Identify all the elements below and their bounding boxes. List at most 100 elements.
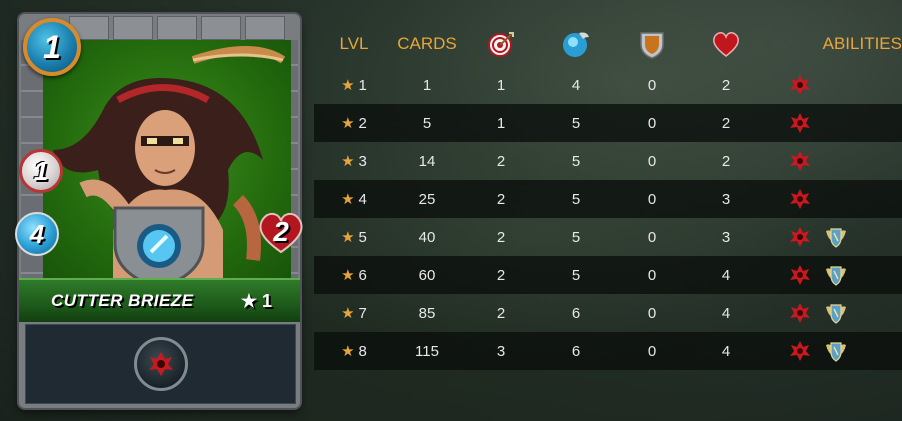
armor-cell: 0 <box>647 266 657 284</box>
speed-cell: 5 <box>571 152 581 170</box>
health-value: 2 <box>273 216 289 247</box>
ranged-cell: 2 <box>496 266 506 284</box>
speed-cell: 5 <box>571 266 581 284</box>
card-level: ★ 1 <box>240 290 272 311</box>
level-value: 5 <box>358 228 367 246</box>
cards-cell: 25 <box>418 190 436 208</box>
level-cell: ★ 3 <box>314 142 394 180</box>
header-lvl: LVL <box>339 34 369 53</box>
level-cell: ★ 6 <box>314 256 394 294</box>
ranged-cell: 3 <box>496 342 506 360</box>
enrage-icon[interactable] <box>788 73 812 97</box>
cards-cell: 5 <box>422 114 432 132</box>
abilities-cell <box>784 180 902 218</box>
ranged-cell: 2 <box>496 228 506 246</box>
health-cell: 4 <box>721 342 731 360</box>
level-cell: ★ 7 <box>314 294 394 332</box>
level-cell: ★ 5 <box>314 218 394 256</box>
star-icon: ★ <box>341 153 355 170</box>
star-icon: ★ <box>341 229 355 246</box>
center-armor-emblem <box>113 206 205 290</box>
card-abilities-panel <box>25 324 296 404</box>
table-row: ★ 3 14 2 5 0 2 <box>314 142 902 180</box>
enrage-icon[interactable] <box>133 337 188 391</box>
shield-wings-icon[interactable] <box>824 339 848 363</box>
ranged-cell: 2 <box>496 152 506 170</box>
enrage-icon[interactable] <box>788 149 812 173</box>
armor-cell: 0 <box>647 152 657 170</box>
shield-wings-icon[interactable] <box>824 301 848 325</box>
speed-cell: 6 <box>571 304 581 322</box>
armor-cell: 0 <box>647 228 657 246</box>
table-row: ★ 6 60 2 5 0 4 <box>314 256 902 294</box>
level-value: 8 <box>358 342 367 360</box>
star-icon: ★ <box>341 77 355 94</box>
table-row: ★ 7 85 2 6 0 4 <box>314 294 902 332</box>
armor-cell: 0 <box>647 190 657 208</box>
abilities-cell <box>784 256 902 294</box>
enrage-icon[interactable] <box>788 263 812 287</box>
level-value: 7 <box>358 304 367 322</box>
health-cell: 3 <box>721 228 731 246</box>
monster-card: 1 1 4 2 CUTTER BRIEZE ★ 1 <box>15 14 303 408</box>
shield-wings-icon[interactable] <box>824 263 848 287</box>
health-cell: 2 <box>721 152 731 170</box>
enrage-icon[interactable] <box>788 187 812 211</box>
speed-icon <box>540 22 612 66</box>
armor-cell: 0 <box>647 304 657 322</box>
table-row: ★ 5 40 2 5 0 3 <box>314 218 902 256</box>
table-row: ★ 4 25 2 5 0 3 <box>314 180 902 218</box>
level-value: 3 <box>358 152 367 170</box>
level-cell: ★ 2 <box>314 104 394 142</box>
cards-cell: 1 <box>422 76 432 94</box>
speed-cell: 5 <box>571 190 581 208</box>
armor-cell: 0 <box>647 114 657 132</box>
abilities-cell <box>784 66 902 104</box>
ranged-cell: 1 <box>496 76 506 94</box>
abilities-cell <box>784 218 902 256</box>
card-top-frame <box>69 16 285 40</box>
level-value: 6 <box>358 266 367 284</box>
card-name: CUTTER BRIEZE <box>51 291 194 310</box>
health-cell: 3 <box>721 190 731 208</box>
card-name-banner: CUTTER BRIEZE ★ 1 <box>19 278 300 322</box>
level-cell: ★ 4 <box>314 180 394 218</box>
cards-cell: 60 <box>418 266 436 284</box>
level-cell: ★ 8 <box>314 332 394 370</box>
health-cell: 2 <box>721 76 731 94</box>
enrage-icon[interactable] <box>788 301 812 325</box>
star-icon: ★ <box>341 305 355 322</box>
table-row: ★ 1 1 1 4 0 2 <box>314 66 902 104</box>
ranged-attack-stat: 1 <box>19 149 63 193</box>
level-stats-table: LVL CARDS ABILITIES ★ 1 1 1 4 0 2 ★ 2 5 … <box>314 22 902 370</box>
level-value: 1 <box>358 76 367 94</box>
star-icon: ★ <box>341 267 355 284</box>
header-cards: CARDS <box>397 34 457 53</box>
table-body: ★ 1 1 1 4 0 2 ★ 2 5 1 5 0 2 ★ 3 14 2 5 0 2 ★ 4 25 2 5 0 3 ★ 5 40 2 5 0 3 ★ 6… <box>314 66 902 370</box>
speed-cell: 5 <box>571 114 581 132</box>
star-icon: ★ <box>341 343 355 360</box>
health-stat: 2 <box>257 210 305 254</box>
speed-cell: 5 <box>571 228 581 246</box>
abilities-cell <box>784 104 902 142</box>
shield-wings-icon[interactable] <box>824 225 848 249</box>
level-cell: ★ 1 <box>314 66 394 104</box>
abilities-cell <box>784 142 902 180</box>
ranged-cell: 2 <box>496 190 506 208</box>
enrage-icon[interactable] <box>788 225 812 249</box>
health-cell: 2 <box>721 114 731 132</box>
speed-cell: 6 <box>571 342 581 360</box>
abilities-cell <box>784 332 902 370</box>
armor-cell: 0 <box>647 76 657 94</box>
enrage-icon[interactable] <box>788 111 812 135</box>
table-header: LVL CARDS ABILITIES <box>314 22 902 66</box>
header-abilities: ABILITIES <box>822 34 902 53</box>
cards-cell: 40 <box>418 228 436 246</box>
level-value: 4 <box>358 190 367 208</box>
star-icon: ★ <box>341 191 355 208</box>
cards-cell: 115 <box>415 342 439 360</box>
enrage-icon[interactable] <box>788 339 812 363</box>
mana-cost: 1 <box>23 18 81 76</box>
health-cell: 4 <box>721 304 731 322</box>
ranged-attack-icon <box>466 22 536 66</box>
